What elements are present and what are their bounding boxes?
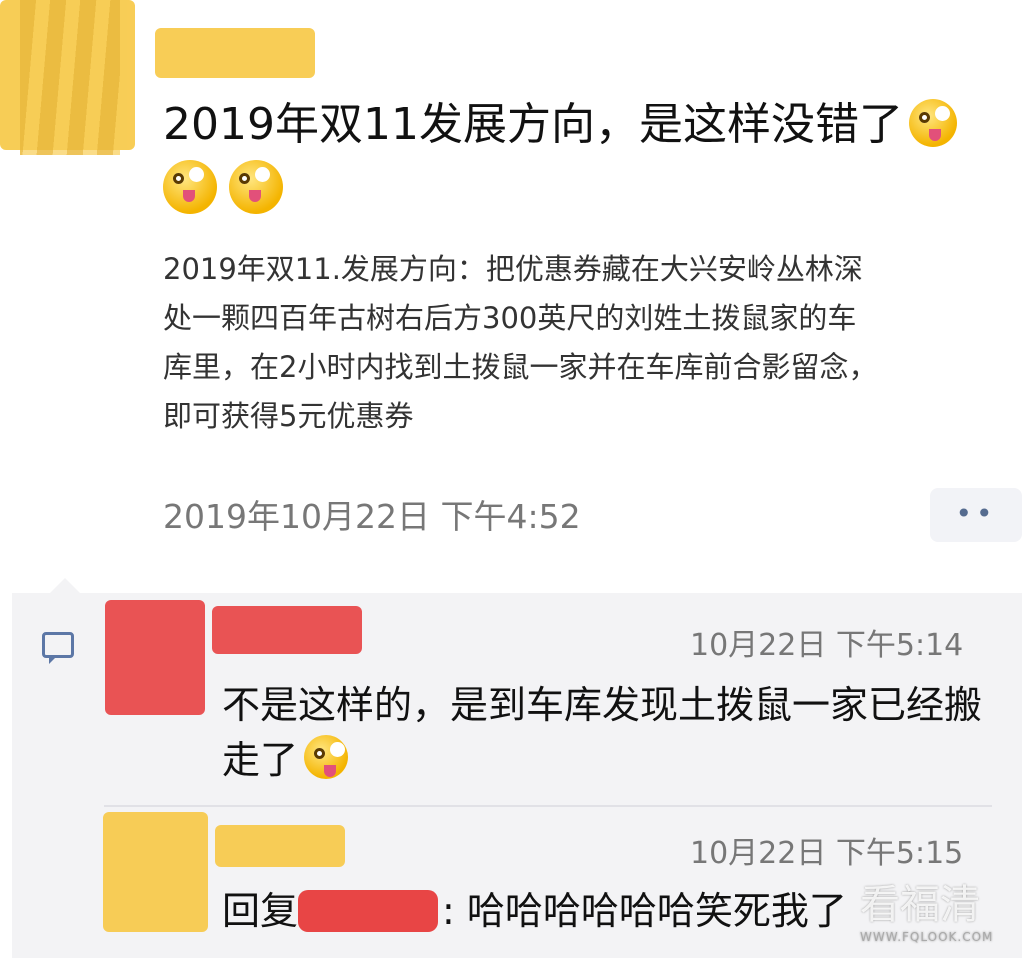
watermark: 看福清 WWW.FQLOOK.COM	[860, 872, 993, 944]
post-content: 2019年双11发展方向，是这样没错了	[163, 95, 1023, 155]
reply-target-redacted[interactable]	[298, 890, 439, 932]
zany-face-emoji-icon	[229, 160, 283, 214]
commenter-name-redacted[interactable]	[212, 606, 362, 654]
zany-face-emoji-icon	[163, 160, 217, 214]
zany-face-emoji-icon	[908, 99, 957, 147]
more-options-button[interactable]: ••	[930, 488, 1022, 542]
reply-prefix: 回复	[222, 889, 299, 933]
reply-content: : 哈哈哈哈哈哈笑死我了	[442, 889, 847, 933]
comments-caret	[50, 578, 80, 593]
shared-text[interactable]: 2019年双11.发展方向：把优惠券藏在大兴安岭丛林深处一颗四百年古树右后方30…	[163, 245, 883, 441]
poster-name-redacted[interactable]	[155, 28, 315, 78]
comment-divider	[104, 805, 992, 807]
comment-icon	[42, 632, 74, 664]
post-timestamp: 2019年10月22日 下午4:52	[163, 497, 581, 536]
watermark-title: 看福清	[860, 882, 980, 928]
emoji-line	[163, 160, 295, 214]
comment-text[interactable]: 不是这样的，是到车库发现土拨鼠一家已经搬走了	[222, 678, 1002, 788]
commenter-avatar-redacted[interactable]	[105, 600, 205, 715]
replier-avatar-redacted[interactable]	[103, 812, 208, 932]
replier-name-redacted[interactable]	[215, 825, 345, 867]
smile-emoji-icon	[304, 735, 349, 779]
comment-time: 10月22日 下午5:15	[690, 836, 964, 871]
watermark-url: WWW.FQLOOK.COM	[860, 930, 994, 944]
post-text: 2019年双11发展方向，是这样没错了	[163, 99, 903, 150]
poster-avatar-redacted[interactable]	[0, 0, 135, 155]
comment-time: 10月22日 下午5:14	[690, 628, 964, 663]
